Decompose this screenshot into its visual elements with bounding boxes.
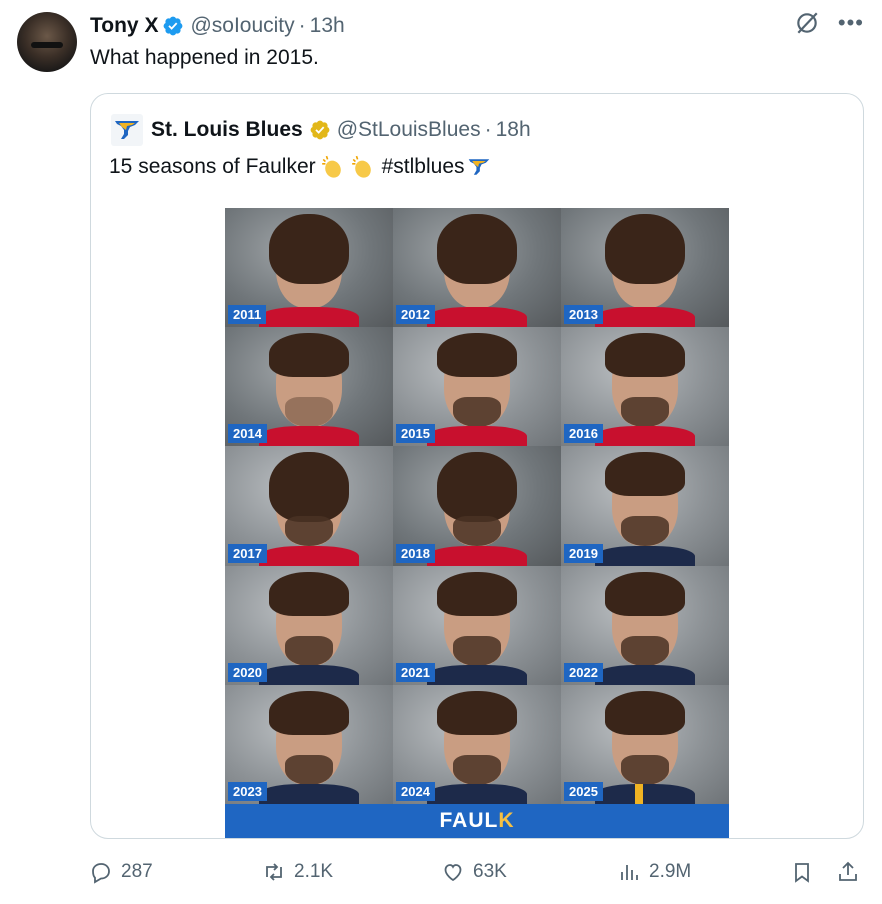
quote-time[interactable]: 18h [496,118,531,142]
speech-bubble-icon [92,863,110,884]
top-right-controls: ••• [794,10,864,36]
year-label: 2021 [396,662,435,682]
year-label: 2011 [228,305,267,325]
tweet-text: What happened in 2015. [90,46,319,69]
tweet-time[interactable]: 13h [310,14,345,38]
blue-note-emoji-icon [468,159,489,175]
faulk-banner: FAULK [225,804,729,838]
quote-header: St. Louis Blues @StLouisBlues · 18h [111,114,531,146]
quote-separator-dot: · [484,118,492,141]
views-count: 2.9M [649,861,692,882]
bookmark-icon [795,863,809,883]
year-label: 2023 [228,781,267,801]
author-handle[interactable]: @soIoucity [190,14,294,38]
clapping-hands-emoji-icon [321,155,341,178]
year-label: 2016 [564,424,603,444]
year-label: 2020 [228,662,267,682]
year-label: 2024 [396,781,435,801]
verified-badge-icon [164,16,183,36]
like-count: 63K [473,861,507,882]
clapping-hands-emoji-icon [351,155,371,178]
year-label: 2017 [228,543,267,563]
headshot-cell: 2018 [393,446,561,566]
headshot-cell: 2022 [561,565,729,685]
headshot-cell: 2011 [225,208,393,328]
quote-author-name[interactable]: St. Louis Blues [151,118,303,142]
year-label: 2012 [396,305,435,325]
year-label: 2015 [396,424,435,444]
headshot-cell: 2013 [561,208,729,328]
headshot-cell: 2019 [561,446,729,566]
headshot-cell: 2016 [561,327,729,447]
headshot-cell: 2017 [225,446,393,566]
reply-button[interactable]: 287 [89,860,153,884]
quoted-tweet[interactable]: St. Louis Blues @StLouisBlues · 18h 15 s… [90,93,864,839]
year-label: 2019 [564,543,603,563]
tweet-actions-bar: 287 2.1K 63K 2.9M [0,856,882,892]
year-label: 2022 [564,662,603,682]
views-button[interactable]: 2.9M [617,860,691,884]
year-label: 2025 [564,781,603,801]
more-dots-icon[interactable]: ••• [838,12,864,34]
separator-dot: · [298,14,306,37]
headshot-cell: 2020 [225,565,393,685]
like-button[interactable]: 63K [441,860,507,884]
banner-main-text: FAUL [439,809,499,832]
bookmark-button[interactable] [790,860,814,884]
year-label: 2018 [396,543,435,563]
grok-slash-icon[interactable] [794,10,820,36]
headshot-cell: 2015 [393,327,561,447]
year-label: 2014 [228,424,267,444]
repost-count: 2.1K [294,861,334,882]
banner-accent-text: K [498,809,515,832]
headshot-cell: 2014 [225,327,393,447]
quote-author-handle[interactable]: @StLouisBlues [337,118,481,142]
bar-chart-icon [621,865,638,880]
reply-count: 287 [121,861,153,882]
headshot-cell: 2012 [393,208,561,328]
heart-icon [444,864,462,882]
banner-text: FAULK [440,809,515,833]
year-label: 2013 [564,305,603,325]
headshot-cell: 2021 [393,565,561,685]
share-button[interactable] [836,860,860,884]
repost-button[interactable]: 2.1K [262,860,333,884]
headshot-grid-image[interactable]: 2011 2012 2013 2014 2015 2016 2017 2018 … [225,208,729,804]
headshot-cell: 2025 [561,684,729,804]
gold-verified-badge-icon [310,120,330,140]
repost-arrows-icon [266,863,282,881]
author-name[interactable]: Tony X [90,14,158,38]
headshot-cell: 2024 [393,684,561,804]
blues-logo-icon[interactable] [111,114,143,146]
tweet-header: Tony X @soIoucity · 13h [90,12,345,40]
headshot-cell: 2023 [225,684,393,804]
quote-text: 15 seasons of Faulker [109,155,316,178]
quote-text-row: 15 seasons of Faulker #stlblues [109,154,491,180]
hashtag-link[interactable]: #stlblues [382,155,465,179]
share-upload-icon [839,861,857,881]
author-avatar[interactable] [17,12,77,72]
